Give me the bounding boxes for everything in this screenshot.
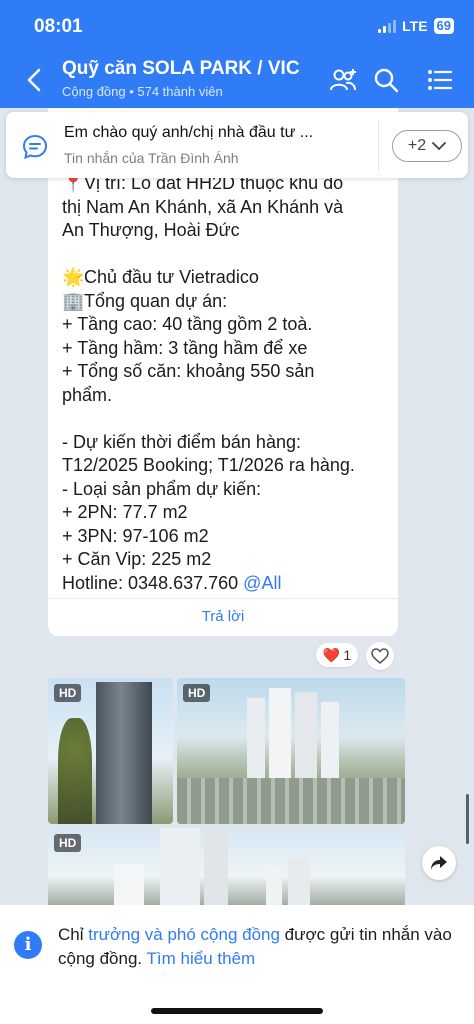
tree-shape xyxy=(58,718,92,824)
line-text: T12/2025 Booking; T1/2026 ra hàng. xyxy=(62,455,355,475)
header: 08:01 LTE 69 Quỹ căn SOLA PARK / VIC Cộn… xyxy=(0,0,474,108)
share-arrow-icon xyxy=(431,856,447,870)
pinned-text: Em chào quý anh/chị nhà đầu tư ... xyxy=(64,124,314,141)
hd-badge: HD xyxy=(54,834,82,852)
message-text: 📍Vị trí: Lô đất HH2D thuộc khu đô thị Nam… xyxy=(62,172,392,595)
reaction-count: 1 xyxy=(343,647,352,663)
notice-prefix: Chỉ xyxy=(58,925,89,944)
line-text: + Tầng cao: 40 tầng gồm 2 toà. xyxy=(62,314,313,334)
battery-icon: 69 xyxy=(433,18,454,34)
info-icon: i xyxy=(14,931,42,959)
like-button[interactable] xyxy=(366,642,394,670)
message-line: + 3PN: 97-106 m2 xyxy=(62,525,392,549)
add-member-button[interactable] xyxy=(328,64,360,96)
hd-badge: HD xyxy=(54,684,82,702)
message-line: + Tầng cao: 40 tầng gồm 2 toà. xyxy=(62,313,392,337)
message-line: thị Nam An Khánh, xã An Khánh và xyxy=(62,196,392,220)
signal-icon xyxy=(378,19,397,33)
back-arrow-icon xyxy=(27,68,41,92)
photo-skyline[interactable]: HD xyxy=(48,828,405,905)
chat-bubble-icon xyxy=(22,134,48,160)
admins-link[interactable]: trưởng và phó cộng đồng xyxy=(88,925,280,944)
pinned-more-button[interactable]: +2 xyxy=(392,130,462,162)
pinned-message[interactable]: Em chào quý anh/chị nhà đầu tư ... Tin n… xyxy=(6,112,468,178)
group-add-icon xyxy=(330,69,356,91)
home-indicator[interactable] xyxy=(151,1008,323,1014)
message-line: phẩm. xyxy=(62,384,392,408)
message-line xyxy=(62,243,392,267)
notice-text: Chỉ trưởng và phó cộng đồng được gửi tin… xyxy=(58,923,468,971)
line-text: + Tổng số căn: khoảng 550 sản xyxy=(62,361,315,381)
back-button[interactable] xyxy=(20,64,48,96)
pinned-count: +2 xyxy=(407,137,427,154)
group-subtitle: Cộng đồng • 574 thành viên xyxy=(62,84,223,99)
learn-more-link[interactable]: Tìm hiểu thêm xyxy=(147,949,256,968)
tower-shape xyxy=(321,702,339,778)
reaction-summary[interactable]: ❤️ 1 xyxy=(316,643,358,667)
message-line xyxy=(62,407,392,431)
hd-badge: HD xyxy=(183,684,211,702)
tower-shape xyxy=(288,858,310,905)
tower-shape xyxy=(295,692,317,778)
divider xyxy=(48,598,398,599)
hotline-line: Hotline: 0348.637.760 @All xyxy=(62,572,392,596)
tower-shape xyxy=(266,866,282,905)
line-emoji-icon: 🌟 xyxy=(62,267,85,287)
message-line: + Tổng số căn: khoảng 550 sản xyxy=(62,360,392,384)
line-text: - Dự kiến thời điểm bán hàng: xyxy=(62,431,301,452)
message-line: T12/2025 Booking; T1/2026 ra hàng. xyxy=(62,454,392,478)
photo-tower-closeup[interactable]: HD xyxy=(48,678,173,824)
line-text: thị Nam An Khánh, xã An Khánh và xyxy=(62,196,344,217)
message-line: 🌟Chủ đầu tư Vietradico xyxy=(62,266,392,290)
message-line: + Căn Vip: 225 m2 xyxy=(62,548,392,572)
share-button[interactable] xyxy=(422,846,456,880)
search-icon xyxy=(374,68,399,93)
line-text: Chủ đầu tư Vietradico xyxy=(84,267,259,287)
line-text: An Thượng, Hoài Đức xyxy=(62,220,240,240)
heart-reaction-icon: ❤️ xyxy=(322,646,341,663)
scrollbar[interactable] xyxy=(466,794,469,844)
status-time: 08:01 xyxy=(34,16,83,37)
tower-shape xyxy=(204,832,228,905)
tower-shape xyxy=(96,682,152,824)
chat-area[interactable]: 📍Vị trí: Lô đất HH2D thuộc khu đô thị Nam… xyxy=(0,108,474,905)
line-text: - Loại sản phẩm dự kiến: xyxy=(62,478,262,499)
message-line: - Dự kiến thời điểm bán hàng: xyxy=(62,431,392,455)
reply-button[interactable]: Trả lời xyxy=(48,600,398,634)
pinned-sender: Tin nhắn của Trần Đình Ánh xyxy=(64,150,239,166)
group-title[interactable]: Quỹ căn SOLA PARK / VIC xyxy=(62,58,300,80)
chevron-down-icon xyxy=(432,141,447,150)
mention-all-link[interactable]: @All xyxy=(243,573,281,593)
message-line: An Thượng, Hoài Đức xyxy=(62,219,392,243)
line-text: phẩm. xyxy=(62,384,113,405)
hotline-text: Hotline: 0348.637.760 xyxy=(62,572,239,593)
message-bubble[interactable]: 📍Vị trí: Lô đất HH2D thuộc khu đô thị Nam… xyxy=(48,108,398,636)
line-text: + Tầng hầm: 3 tầng hầm để xe xyxy=(62,337,308,358)
line-text: Tổng quan dự án: xyxy=(84,290,228,311)
status-indicators: LTE 69 xyxy=(378,18,454,34)
houses-area xyxy=(177,778,405,824)
tower-shape xyxy=(269,688,291,778)
menu-icon xyxy=(428,70,453,90)
line-emoji-icon: 🏢 xyxy=(62,290,85,311)
menu-button[interactable] xyxy=(424,64,456,96)
message-line: - Loại sản phẩm dự kiến: xyxy=(62,478,392,502)
heart-outline-icon xyxy=(371,648,389,664)
line-text: + Căn Vip: 225 m2 xyxy=(62,549,212,569)
message-line: + 2PN: 77.7 m2 xyxy=(62,501,392,525)
line-text: + 3PN: 97-106 m2 xyxy=(62,525,209,546)
message-line: + Tầng hầm: 3 tầng hầm để xe xyxy=(62,337,392,361)
message-line: 🏢Tổng quan dự án: xyxy=(62,290,392,314)
network-label: LTE xyxy=(402,18,428,34)
tower-shape xyxy=(247,698,265,778)
photo-aerial-view[interactable]: HD xyxy=(177,678,405,824)
permission-notice: i Chỉ trưởng và phó cộng đồng được gửi t… xyxy=(0,905,474,1024)
tower-shape xyxy=(114,864,144,905)
line-text: + 2PN: 77.7 m2 xyxy=(62,502,188,522)
tower-shape xyxy=(160,828,200,905)
search-button[interactable] xyxy=(370,64,402,96)
divider xyxy=(378,120,379,170)
